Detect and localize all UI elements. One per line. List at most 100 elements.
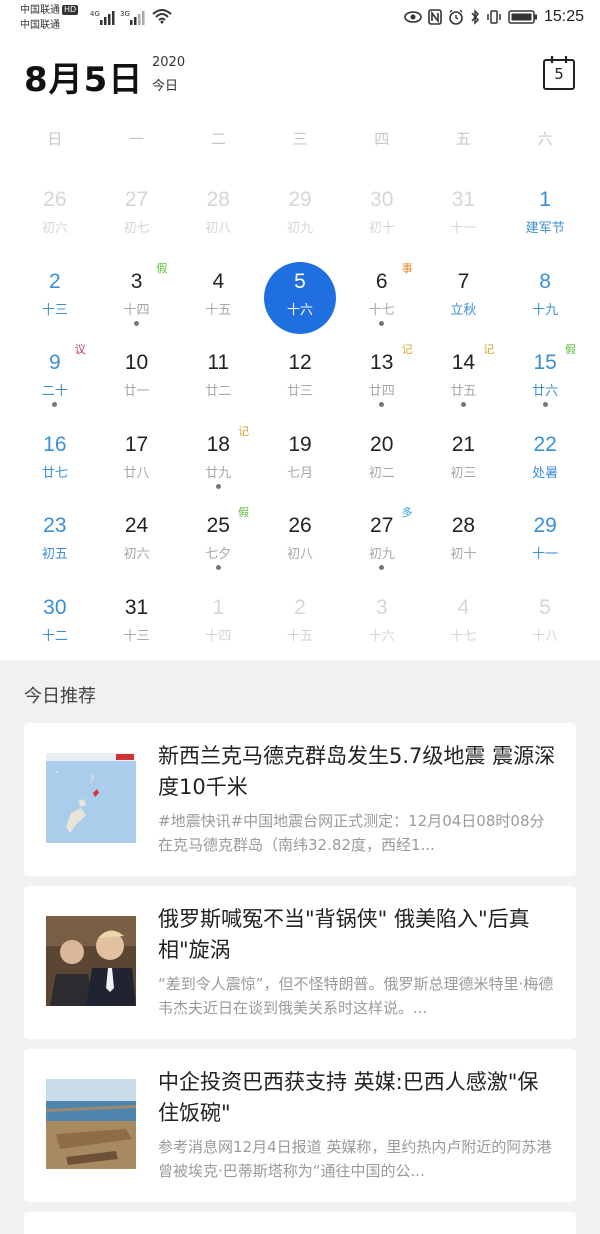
calendar-day[interactable]: 19 七月 [259, 417, 341, 499]
lunar-date: 廿四 [368, 384, 395, 400]
calendar-day[interactable]: 26 初六 [14, 172, 96, 254]
lunar-date: 十七 [368, 302, 395, 318]
lunar-date: 廿二 [205, 384, 232, 400]
day-number: 26 [43, 188, 67, 211]
calendar-day[interactable]: 4 十七 [423, 580, 505, 662]
calendar-day[interactable]: 17 廿八 [96, 417, 178, 499]
lunar-date: 十六 [286, 302, 313, 318]
hd-badge: HD [62, 5, 79, 15]
carrier-info: 中国联通 HD 中国联通 [20, 3, 79, 33]
calendar-day[interactable]: 31 十一 [423, 172, 505, 254]
lunar-date: 初八 [205, 221, 232, 236]
calendar-day[interactable]: 28 初八 [177, 172, 259, 254]
calendar-day[interactable]: 29 十一 [504, 498, 586, 580]
calendar-day[interactable]: 30 十二 [14, 580, 96, 662]
calendar-button-day: 5 [554, 65, 564, 83]
event-dot [52, 402, 58, 408]
lunar-date: 初六 [41, 221, 68, 236]
news-title: 新西兰克马德克群岛发生5.7级地震 震源深度10千米 [158, 744, 556, 799]
calendar-day[interactable]: 3 十六 [341, 580, 423, 662]
lunar-date: 十五 [205, 302, 232, 318]
calendar-day[interactable]: 25 七夕假 [177, 498, 259, 580]
lunar-date: 十七 [450, 628, 477, 644]
calendar-day[interactable]: 3 十四假 [96, 254, 178, 336]
net-4g-label: 4G [90, 10, 100, 18]
event-badge: 事 [401, 261, 413, 275]
day-number: 19 [288, 432, 312, 456]
calendar-day[interactable]: 27 初七 [96, 172, 178, 254]
lunar-date: 初五 [41, 547, 68, 563]
lunar-date: 十五 [286, 628, 313, 644]
calendar-day-selected[interactable]: 5 十六 [259, 254, 341, 336]
page-title: 8月5日 [24, 60, 144, 100]
calendar-day[interactable]: 13 廿四记 [341, 335, 423, 417]
news-summary: “差到令人震惊”，但不怪特朗普。俄罗斯总理德米特里·梅德韦杰夫近日在谈到俄美关系… [158, 975, 554, 1017]
calendar-day[interactable]: 9 二十议 [14, 335, 96, 417]
event-badge: 记 [401, 343, 413, 357]
news-card[interactable]: 俄罗斯喊冤不当"背锅侠" 俄美陷入"后真相"旋涡 “差到令人震惊”，但不怪特朗普… [24, 886, 576, 1039]
news-title: 俄罗斯喊冤不当"背锅侠" 俄美陷入"后真相"旋涡 [158, 907, 530, 962]
calendar-day[interactable]: 8 十九 [504, 254, 586, 336]
calendar-day[interactable]: 31 十三 [96, 580, 178, 662]
day-number: 27 [124, 188, 149, 211]
map-image [46, 753, 136, 843]
calendar-day[interactable]: 6 十七事 [341, 254, 423, 336]
lunar-date: 廿八 [123, 465, 150, 481]
lunar-date: 十一 [532, 547, 559, 563]
news-card[interactable] [24, 1212, 576, 1234]
lunar-date: 初七 [123, 221, 150, 236]
calendar-day[interactable]: 4 十五 [177, 254, 259, 336]
port-thumbnail [46, 1079, 136, 1169]
news-card[interactable]: 新西兰克马德克群岛发生5.7级地震 震源深度10千米 #地震快讯#中国地震台网正… [24, 723, 576, 876]
day-number: 20 [370, 432, 394, 456]
go-to-today-button[interactable]: 5 [542, 55, 576, 91]
calendar-day[interactable]: 20 初二 [341, 417, 423, 499]
calendar-day[interactable]: 7 立秋 [423, 254, 505, 336]
calendar-day[interactable]: 16 廿七 [14, 417, 96, 499]
calendar-day[interactable]: 26 初八 [259, 498, 341, 580]
calendar-day[interactable]: 12 廿三 [259, 335, 341, 417]
day-number: 4 [457, 595, 470, 619]
signal-4g-icon: 4G [90, 10, 115, 25]
carrier-1: 中国联通 [20, 5, 60, 16]
status-icons: 15:25 [404, 7, 584, 27]
today-label: 今日 [152, 79, 179, 94]
lunar-date: 处暑 [532, 465, 559, 481]
day-number: 5 [294, 269, 306, 293]
lunar-date: 十八 [532, 628, 559, 644]
day-number: 23 [43, 514, 67, 538]
lunar-date: 初十 [450, 547, 477, 563]
calendar-day[interactable]: 23 初五 [14, 498, 96, 580]
calendar-day[interactable]: 1 建军节 [504, 172, 586, 254]
lunar-date: 十六 [368, 628, 395, 644]
news-card[interactable]: 中企投资巴西获支持 英媒:巴西人感激"保住饭碗" 参考消息网12月4日报道 英媒… [24, 1049, 576, 1202]
day-number: 3 [375, 595, 388, 619]
calendar-day[interactable]: 2 十五 [259, 580, 341, 662]
calendar-day[interactable]: 5 十八 [504, 580, 586, 662]
event-badge: 假 [238, 506, 250, 520]
weekday-label: 一 [129, 130, 145, 148]
calendar-day[interactable]: 18 廿九记 [177, 417, 259, 499]
port-image [46, 1079, 136, 1169]
day-number: 7 [457, 269, 470, 293]
calendar-day[interactable]: 24 初六 [96, 498, 178, 580]
calendar-day[interactable]: 29 初九 [259, 172, 341, 254]
calendar-day[interactable]: 28 初十 [423, 498, 505, 580]
day-number: 2 [294, 595, 306, 619]
bluetooth-icon [471, 9, 479, 25]
lunar-date: 廿三 [286, 384, 313, 400]
event-dot [134, 320, 140, 326]
calendar-day[interactable]: 2 十三 [14, 254, 96, 336]
calendar-day[interactable]: 22 处暑 [504, 417, 586, 499]
day-number: 2 [49, 269, 61, 293]
calendar-day[interactable]: 21 初三 [423, 417, 505, 499]
calendar-day[interactable]: 1 十四 [177, 580, 259, 662]
calendar-day[interactable]: 14 廿五记 [423, 335, 505, 417]
calendar-day[interactable]: 27 初九多 [341, 498, 423, 580]
calendar-day[interactable]: 30 初十 [341, 172, 423, 254]
calendar-day[interactable]: 10 廿一 [96, 335, 178, 417]
calendar-day[interactable]: 11 廿二 [177, 335, 259, 417]
news-summary: #地震快讯#中国地震台网正式测定：12月04日08时08分在克马德克群岛（南纬3… [158, 812, 545, 854]
nfc-icon [428, 9, 442, 25]
calendar-day[interactable]: 15 廿六假 [504, 335, 586, 417]
